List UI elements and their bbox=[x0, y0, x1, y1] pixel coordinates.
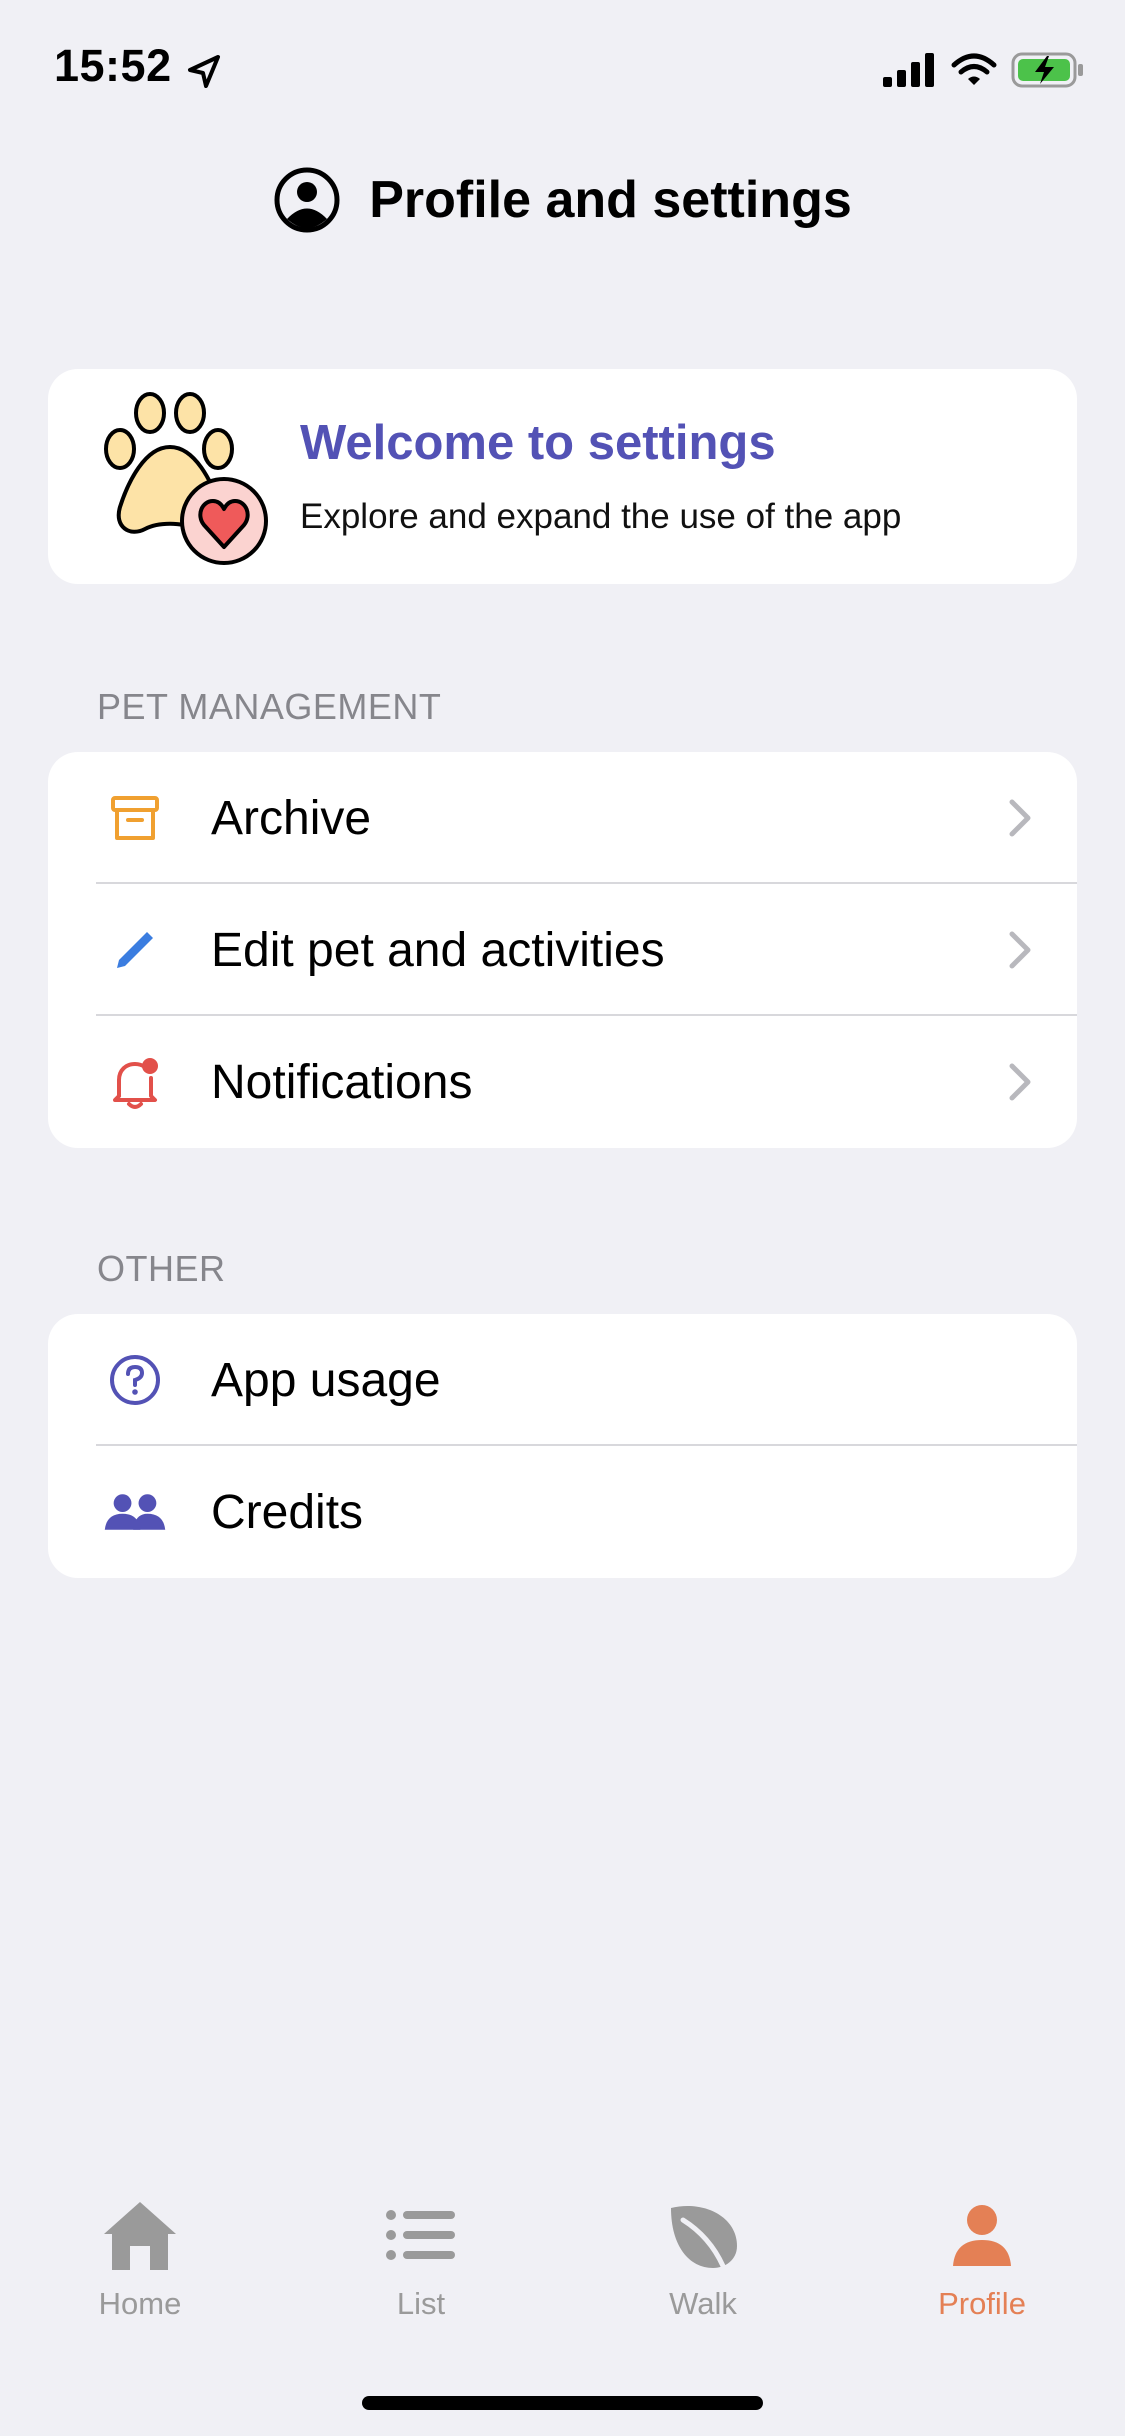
section-label-other: OTHER bbox=[97, 1248, 226, 1289]
other-list: App usage Credits bbox=[48, 1314, 1077, 1578]
pet-management-list: Archive Edit pet and activities Notifica… bbox=[48, 752, 1077, 1148]
status-bar: 15:52 bbox=[0, 0, 1125, 140]
paw-heart-illustration bbox=[104, 392, 268, 565]
chevron-right-icon bbox=[1009, 1063, 1031, 1101]
people-icon bbox=[103, 1480, 167, 1544]
page-header: Profile and settings bbox=[0, 160, 1125, 240]
home-indicator bbox=[362, 2396, 763, 2410]
cellular-signal-icon bbox=[883, 53, 934, 87]
settings-row-label: Credits bbox=[211, 1485, 364, 1539]
settings-row-edit-pet[interactable]: Edit pet and activities bbox=[48, 884, 1077, 1016]
house-icon bbox=[95, 2190, 185, 2280]
tab-label: Profile bbox=[938, 2286, 1026, 2321]
pencil-icon bbox=[103, 918, 167, 982]
list-icon bbox=[376, 2190, 466, 2280]
settings-row-app-usage[interactable]: App usage bbox=[48, 1314, 1077, 1446]
settings-row-label: Notifications bbox=[211, 1055, 473, 1109]
tab-bar: Home List Walk Profile bbox=[0, 2190, 1125, 2350]
location-arrow-icon bbox=[188, 55, 220, 88]
settings-row-archive[interactable]: Archive bbox=[48, 752, 1077, 884]
bell-badge-icon bbox=[103, 1050, 167, 1114]
settings-row-credits[interactable]: Credits bbox=[48, 1446, 1077, 1578]
person-icon bbox=[937, 2190, 1027, 2280]
tab-list[interactable]: List bbox=[321, 2190, 521, 2340]
welcome-title: Welcome to settings bbox=[300, 416, 776, 470]
welcome-subtitle: Explore and expand the use of the app bbox=[300, 497, 902, 536]
settings-row-label: Edit pet and activities bbox=[211, 923, 665, 977]
tab-label: List bbox=[396, 2286, 446, 2321]
chevron-right-icon bbox=[1009, 799, 1031, 837]
tab-profile[interactable]: Profile bbox=[882, 2190, 1082, 2340]
battery-charging-icon bbox=[1011, 52, 1083, 88]
status-indicators bbox=[883, 50, 1085, 90]
tab-home[interactable]: Home bbox=[40, 2190, 240, 2340]
status-time: 15:52 bbox=[54, 40, 172, 91]
section-label-pet-management: PET MANAGEMENT bbox=[97, 686, 442, 727]
settings-row-label: Archive bbox=[211, 791, 372, 845]
tab-walk[interactable]: Walk bbox=[603, 2190, 803, 2340]
wifi-icon bbox=[951, 53, 997, 85]
person-circle-icon bbox=[274, 167, 340, 233]
question-circle-icon bbox=[103, 1348, 167, 1412]
settings-row-label: App usage bbox=[211, 1353, 441, 1407]
archive-box-icon bbox=[103, 786, 167, 850]
tab-label: Walk bbox=[669, 2286, 737, 2321]
settings-row-notifications[interactable]: Notifications bbox=[48, 1016, 1077, 1148]
chevron-right-icon bbox=[1009, 931, 1031, 969]
page-title: Profile and settings bbox=[369, 171, 852, 229]
leaf-icon bbox=[658, 2190, 748, 2280]
tab-label: Home bbox=[98, 2286, 182, 2321]
welcome-card: Welcome to settings Explore and expand t… bbox=[48, 369, 1077, 584]
